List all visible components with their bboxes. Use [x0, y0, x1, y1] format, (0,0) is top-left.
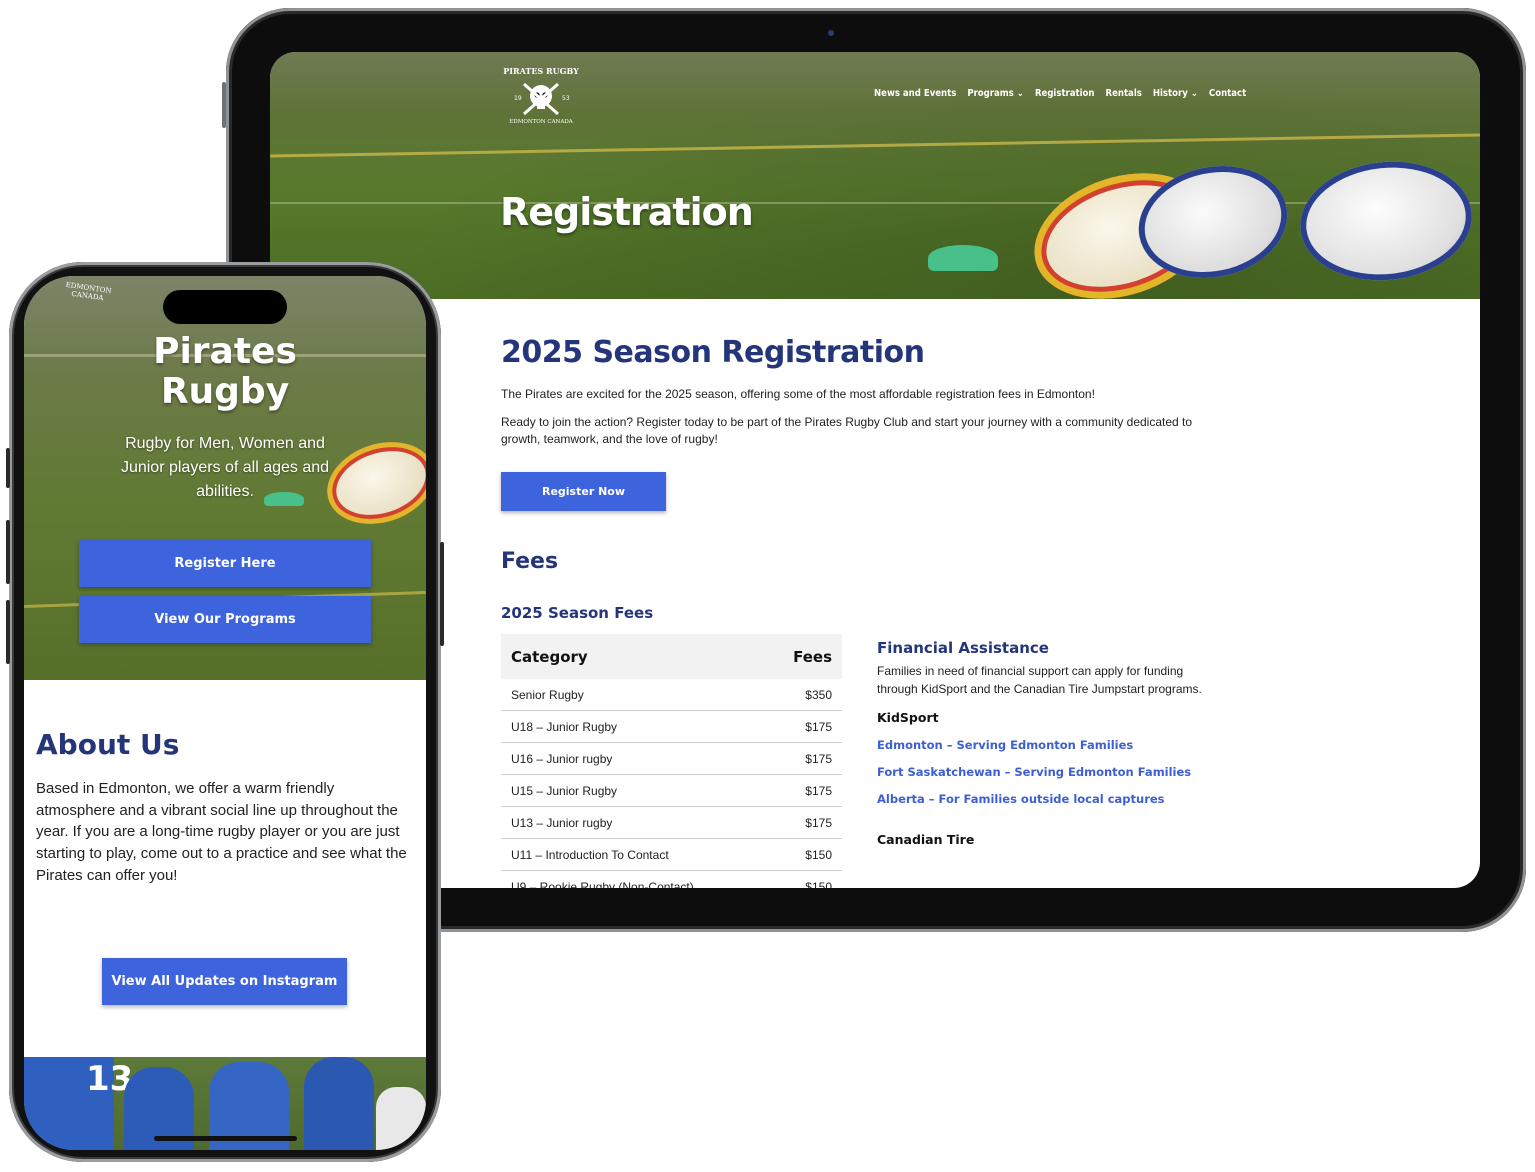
table-cell-category: U11 – Introduction To Contact [511, 847, 669, 862]
player-jersey-image [304, 1057, 374, 1150]
table-cell-category: U16 – Junior rugby [511, 751, 613, 766]
register-now-button[interactable]: Register Now [501, 472, 666, 511]
intro-text: The Pirates are excited for the 2025 sea… [501, 387, 1095, 401]
dynamic-island [163, 290, 287, 324]
table-cell-category: U18 – Junior Rugby [511, 719, 618, 734]
phone-side-button [6, 600, 10, 664]
column-header-fees: Fees [793, 647, 832, 666]
training-cone-image [264, 492, 304, 506]
table-row: U11 – Introduction To Contact $150 [501, 839, 842, 871]
nav-programs[interactable]: Programs ⌄ [967, 88, 1024, 99]
table-row: U9 – Rookie Rugby (Non-Contact) $150 [501, 871, 842, 889]
kidsport-link-fort-saskatchewan[interactable]: Fort Saskatchewan – Serving Edmonton Fam… [877, 765, 1227, 779]
phone-side-button [6, 448, 10, 488]
chevron-down-icon: ⌄ [1016, 88, 1024, 99]
nav-programs-label: Programs [967, 88, 1014, 99]
logo-year-right: 53 [562, 95, 570, 102]
view-programs-button[interactable]: View Our Programs [79, 596, 371, 643]
instagram-updates-button[interactable]: View All Updates on Instagram [102, 958, 347, 1005]
table-cell-fee: $350 [805, 687, 832, 702]
fees-table: Category Fees Senior Rugby $350 U18 – Jun… [501, 634, 842, 888]
table-row: Senior Rugby $350 [501, 679, 842, 711]
table-header: Category Fees [501, 634, 842, 679]
logo-bottom-text: EDMONTON CANADA [509, 119, 573, 125]
financial-assistance: Financial Assistance Families in need of… [877, 639, 1227, 847]
about-us-text: Based in Edmonton, we offer a warm frien… [36, 780, 407, 884]
about-us-heading: About Us [36, 728, 180, 761]
phone-hero: EDMONTON CANADA Pirates Rugby Rugby for … [24, 276, 426, 680]
training-cone-image [928, 245, 998, 271]
table-cell-fee: $175 [805, 815, 832, 830]
home-indicator [154, 1136, 297, 1141]
table-cell-fee: $150 [805, 847, 832, 862]
nav-rentals[interactable]: Rentals [1106, 88, 1142, 99]
rugby-ball-image [1294, 153, 1478, 289]
table-row: U13 – Junior rugby $175 [501, 807, 842, 839]
phone-side-button [440, 542, 444, 646]
chevron-down-icon: ⌄ [1190, 88, 1198, 99]
table-cell-category: Senior Rugby [511, 687, 584, 702]
tablet-screen: PIRATES RUGBY 19 53 EDMONTON CANADA News… [270, 52, 1480, 888]
phone-title-line2: Rugby [160, 371, 290, 412]
nav-contact[interactable]: Contact [1209, 88, 1246, 99]
hero-title: Registration [500, 190, 754, 234]
fees-heading: Fees [501, 549, 559, 574]
main-nav: News and Events Programs ⌄ Registration … [874, 88, 1246, 99]
phone-title: Pirates Rugby [24, 332, 426, 412]
phone-screen: EDMONTON CANADA Pirates Rugby Rugby for … [24, 276, 426, 1150]
table-cell-fee: $175 [805, 751, 832, 766]
kidsport-link-edmonton[interactable]: Edmonton – Serving Edmonton Families [877, 738, 1227, 752]
player-image [376, 1087, 426, 1150]
canadian-tire-label: Canadian Tire [877, 832, 975, 847]
kidsport-label: KidSport [877, 710, 939, 725]
table-cell-category: U15 – Junior Rugby [511, 783, 618, 798]
logo-top-text: PIRATES RUGBY [503, 66, 579, 76]
logo-year-left: 19 [514, 95, 522, 102]
phone-side-button [6, 520, 10, 584]
table-cell-fee: $150 [805, 879, 832, 889]
tablet-side-button [222, 82, 226, 128]
registration-content: 2025 Season Registration The Pirates are… [270, 299, 1480, 888]
financial-assistance-title: Financial Assistance [877, 639, 1049, 657]
intro-text-2: Ready to join the action? Register today… [501, 415, 1193, 446]
register-here-button[interactable]: Register Here [79, 540, 371, 587]
table-row: U15 – Junior Rugby $175 [501, 775, 842, 807]
phone-logo-text: EDMONTON CANADA [65, 280, 113, 303]
phone-title-line1: Pirates [153, 331, 297, 372]
field-line [270, 133, 1480, 158]
registration-hero: PIRATES RUGBY 19 53 EDMONTON CANADA News… [270, 52, 1480, 299]
phone-subtitle: Rugby for Men, Women and Junior players … [120, 435, 330, 500]
nav-news-and-events[interactable]: News and Events [874, 88, 956, 99]
column-header-category: Category [511, 647, 588, 666]
kidsport-link-alberta[interactable]: Alberta – For Families outside local cap… [877, 792, 1227, 806]
nav-history[interactable]: History ⌄ [1153, 88, 1198, 99]
pirates-logo[interactable]: PIRATES RUGBY 19 53 EDMONTON CANADA [500, 62, 582, 126]
table-cell-category: U13 – Junior rugby [511, 815, 613, 830]
table-row: U16 – Junior rugby $175 [501, 743, 842, 775]
table-cell-fee: $175 [805, 783, 832, 798]
tablet-camera [828, 30, 834, 36]
field-line [270, 202, 1480, 204]
table-row: U18 – Junior Rugby $175 [501, 711, 842, 743]
table-cell-fee: $175 [805, 719, 832, 734]
season-registration-heading: 2025 Season Registration [501, 335, 925, 370]
financial-assistance-text: Families in need of financial support ca… [877, 664, 1202, 696]
season-fees-heading: 2025 Season Fees [501, 604, 654, 622]
table-cell-category: U9 – Rookie Rugby (Non-Contact) [511, 879, 694, 889]
nav-registration[interactable]: Registration [1035, 88, 1095, 99]
nav-history-label: History [1152, 88, 1188, 99]
